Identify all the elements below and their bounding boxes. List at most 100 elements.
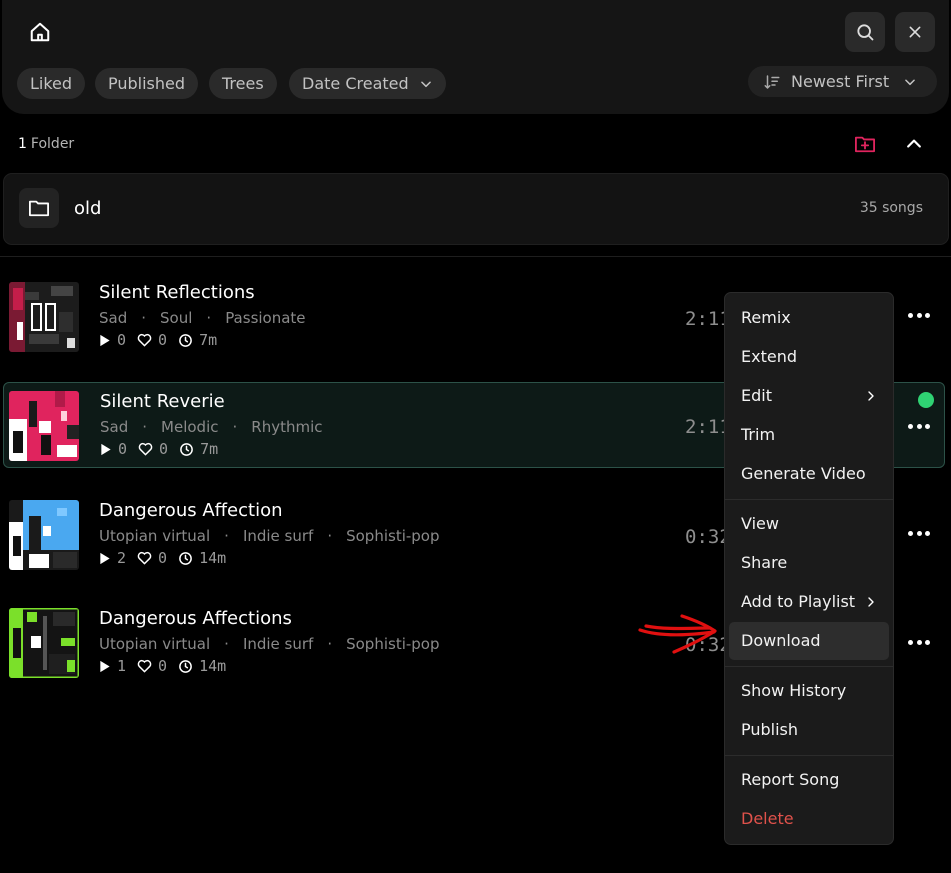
home-icon [30, 22, 50, 42]
song-tags: Sad · Melodic · Rhythmic [100, 418, 323, 436]
more-options-button[interactable] [905, 307, 933, 323]
song-tags: Utopian virtual · Indie surf · Sophisti-pop [99, 635, 440, 653]
tag[interactable]: Sophisti-pop [346, 527, 439, 545]
song-title[interactable]: Silent Reflections [99, 282, 255, 303]
filter-label: Trees [222, 74, 264, 93]
section-divider [0, 256, 951, 257]
play-count: 0 [118, 440, 128, 458]
folder-icon [28, 200, 49, 217]
menu-item-download[interactable]: Download [729, 622, 889, 660]
chevron-down-icon [905, 78, 915, 85]
song-age: 7m [199, 331, 218, 349]
search-button[interactable] [845, 12, 885, 52]
menu-item-report-song[interactable]: Report Song [729, 761, 889, 799]
like-count: 0 [158, 331, 168, 349]
tag[interactable]: Sophisti-pop [346, 635, 439, 653]
search-icon [857, 24, 874, 41]
tag[interactable]: Rhythmic [251, 418, 322, 436]
menu-item-edit[interactable]: Edit [729, 377, 889, 415]
playing-status-dot [918, 392, 934, 408]
more-icon [908, 530, 913, 536]
heart-icon[interactable] [137, 333, 152, 347]
clock-icon [179, 551, 192, 565]
menu-item-share[interactable]: Share [729, 544, 889, 582]
folder-card[interactable]: old 35 songs [3, 173, 949, 245]
folder-section-header: 1 Folder [18, 136, 74, 152]
more-icon [908, 312, 913, 318]
song-cover[interactable] [9, 608, 79, 678]
song-stats: 2 0 14m [99, 549, 237, 567]
tag[interactable]: Sad [100, 418, 128, 436]
menu-item-delete[interactable]: Delete [729, 800, 889, 838]
song-age: 7m [200, 440, 219, 458]
more-options-button[interactable] [905, 525, 933, 541]
song-age: 14m [199, 657, 227, 675]
song-context-menu: Remix Extend Edit Trim Generate Video Vi… [724, 292, 894, 845]
clock-icon [179, 659, 192, 673]
menu-separator [725, 499, 893, 500]
song-title[interactable]: Dangerous Affections [99, 608, 292, 629]
song-cover[interactable] [9, 391, 79, 461]
play-icon [100, 334, 110, 346]
sort-dropdown[interactable]: Newest First [748, 66, 937, 97]
song-title[interactable]: Dangerous Affection [99, 500, 283, 521]
play-count: 0 [117, 331, 127, 349]
menu-item-view[interactable]: View [729, 505, 889, 543]
tag[interactable]: Melodic [161, 418, 218, 436]
filter-trees[interactable]: Trees [209, 68, 277, 99]
song-cover[interactable] [9, 500, 79, 570]
filter-label: Date Created [302, 74, 409, 93]
play-icon [100, 552, 110, 564]
folder-name: old [74, 198, 102, 219]
heart-icon[interactable] [137, 659, 152, 673]
collapse-folders-button[interactable] [904, 134, 928, 156]
song-age: 14m [199, 549, 227, 567]
more-options-button[interactable] [905, 634, 933, 650]
chevron-right-icon [868, 391, 874, 401]
menu-item-publish[interactable]: Publish [729, 711, 889, 749]
clock-icon [179, 333, 192, 347]
filter-liked[interactable]: Liked [17, 68, 86, 99]
play-icon [101, 443, 111, 455]
more-options-button[interactable] [905, 418, 933, 434]
folder-section-label: Folder [30, 136, 75, 152]
home-button[interactable] [22, 14, 58, 50]
song-cover[interactable] [9, 282, 79, 352]
new-folder-button[interactable] [854, 134, 878, 156]
play-icon [100, 660, 110, 672]
more-icon [908, 423, 913, 429]
chevron-right-icon [868, 597, 874, 607]
menu-item-generate-video[interactable]: Generate Video [729, 455, 889, 493]
tag[interactable]: Utopian virtual [99, 527, 210, 545]
song-stats: 1 0 14m [99, 657, 237, 675]
filter-date-created[interactable]: Date Created [289, 68, 446, 99]
tag[interactable]: Passionate [225, 309, 305, 327]
menu-item-add-to-playlist[interactable]: Add to Playlist [729, 583, 889, 621]
like-count: 0 [158, 549, 168, 567]
tag[interactable]: Soul [160, 309, 192, 327]
like-count: 0 [159, 440, 169, 458]
more-icon [908, 639, 913, 645]
folder-song-count: 35 songs [859, 200, 923, 216]
song-stats: 0 0 7m [100, 440, 229, 458]
menu-item-show-history[interactable]: Show History [729, 672, 889, 710]
folder-count: 1 [18, 136, 27, 152]
menu-item-remix[interactable]: Remix [729, 299, 889, 337]
tag[interactable]: Indie surf [243, 527, 313, 545]
sort-icon [764, 74, 780, 89]
menu-item-extend[interactable]: Extend [729, 338, 889, 376]
tag[interactable]: Indie surf [243, 635, 313, 653]
tag[interactable]: Sad [99, 309, 127, 327]
heart-icon[interactable] [138, 442, 153, 456]
menu-item-label: Edit [741, 386, 772, 405]
filter-published[interactable]: Published [95, 68, 199, 99]
filter-label: Liked [30, 74, 73, 93]
menu-separator [725, 666, 893, 667]
song-title[interactable]: Silent Reverie [100, 391, 225, 412]
folder-add-icon [855, 136, 875, 153]
menu-item-trim[interactable]: Trim [729, 416, 889, 454]
tag[interactable]: Utopian virtual [99, 635, 210, 653]
close-button[interactable] [895, 12, 935, 52]
heart-icon[interactable] [137, 551, 152, 565]
filter-label: Published [108, 74, 186, 93]
